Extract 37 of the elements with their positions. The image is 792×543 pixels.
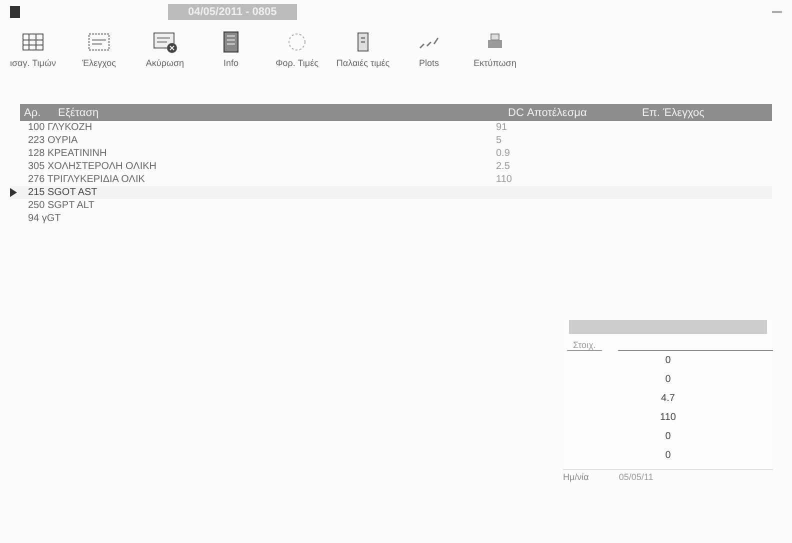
panel-tab[interactable]: Στοιχ. — [567, 340, 602, 351]
cancel-icon — [152, 30, 178, 54]
value-text: 4.7 — [660, 393, 676, 406]
toolbar-button[interactable]: Plots — [396, 26, 462, 96]
toolbar-button[interactable]: Εκτύπωση — [462, 26, 528, 96]
table-cell-text: 250 SGPT ALT — [27, 200, 96, 211]
value-text: 0 — [664, 450, 672, 463]
toolbar-button[interactable]: ισαγ. Τιμών — [0, 26, 66, 96]
date-text: 05/05/11 — [618, 472, 654, 482]
toolbar-button[interactable]: Info — [198, 26, 264, 96]
table-cell: 110 — [496, 174, 512, 185]
table-cell: 0.9 — [496, 148, 510, 159]
table-cell-text: 305 ΧΟΛΗΣΤΕΡΟΛΗ ΟΛΙΚΗ — [27, 161, 158, 172]
toolbar-button[interactable]: Φορ. Τιμές — [264, 26, 330, 96]
value-text: 0 — [664, 355, 672, 368]
toolbar-button[interactable]: Έλεγχος — [66, 26, 132, 96]
table-cell: 2.5 — [496, 161, 510, 172]
column-header[interactable]: Εξέταση — [54, 106, 504, 118]
app-icon — [10, 6, 20, 18]
table-cell: 5 — [496, 135, 502, 146]
table-cell: 91 — [496, 122, 508, 133]
table-cell-text: 276 ΤΡΙΓΛΥΚΕΡΙΔΙΑ ΟΛΙΚ — [27, 174, 146, 185]
column-header[interactable]: Αρ. — [20, 106, 54, 118]
value-text: 110 — [659, 412, 677, 425]
value-text: 0 — [664, 431, 672, 444]
row-pointer-icon — [10, 188, 17, 197]
date-label: Ημ/νία — [563, 472, 589, 482]
table-cell-text: 94 γGT — [27, 213, 62, 224]
table-cell-text: 128 ΚΡΕΑΤΙΝΙΝΗ — [27, 148, 108, 159]
table-cell-text: 100 ΓΛΥΚΟΖΗ — [27, 122, 94, 133]
table-cell-text: 223 ΟΥΡΙΑ — [27, 135, 79, 146]
column-header[interactable]: DC Αποτέλεσμα — [504, 106, 638, 118]
column-header[interactable]: Επ. Έλεγχος — [638, 106, 762, 118]
toolbar-button[interactable]: Ακύρωση — [132, 26, 198, 96]
value-text: 0 — [664, 374, 672, 387]
table-cell-text: 215 SGOT AST — [27, 187, 98, 198]
toolbar-button[interactable]: Παλαιές τιμές — [330, 26, 396, 96]
